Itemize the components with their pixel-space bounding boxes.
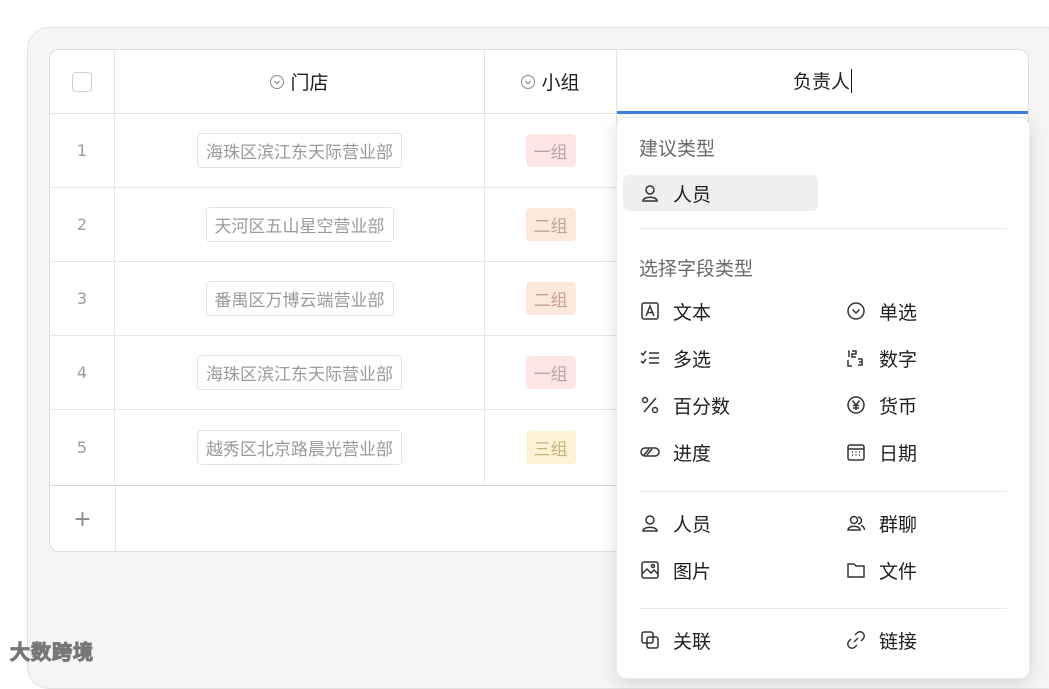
select-all-checkbox[interactable] bbox=[72, 71, 92, 92]
field-types-title: 选择字段类型 bbox=[639, 258, 754, 280]
store-tag[interactable]: 番禺区万博云端营业部 bbox=[205, 281, 394, 316]
option-label: 群聊 bbox=[879, 513, 918, 536]
person-icon bbox=[639, 512, 661, 534]
column-header-group[interactable]: 小组 bbox=[485, 50, 617, 114]
row-index: 3 bbox=[50, 262, 115, 335]
menu-divider bbox=[639, 491, 1007, 492]
option-label: 关联 bbox=[673, 630, 712, 653]
row-index: 1 bbox=[50, 114, 115, 187]
relation-icon bbox=[639, 629, 661, 651]
column-label: 小组 bbox=[541, 72, 580, 94]
field-option-date[interactable]: 日期 bbox=[845, 434, 917, 470]
field-option-text[interactable]: 文本 bbox=[639, 293, 711, 329]
group-tag[interactable]: 一组 bbox=[525, 134, 576, 167]
link-icon bbox=[845, 629, 867, 651]
column-name-input[interactable]: 负责人 bbox=[793, 67, 850, 94]
single-select-icon bbox=[270, 74, 285, 89]
store-tag[interactable]: 海珠区滨江东天际营业部 bbox=[197, 133, 402, 168]
option-label: 单选 bbox=[879, 301, 918, 324]
group-tag[interactable]: 二组 bbox=[525, 282, 576, 315]
option-label: 人员 bbox=[673, 513, 712, 536]
suggested-types-title: 建议类型 bbox=[639, 138, 716, 160]
multi-select-icon bbox=[639, 347, 661, 369]
field-option-currency[interactable]: 货币 bbox=[845, 387, 917, 423]
calendar-icon bbox=[845, 441, 867, 463]
person-icon bbox=[639, 182, 661, 204]
percent-icon bbox=[639, 394, 661, 416]
option-label: 进度 bbox=[673, 442, 712, 465]
group-tag[interactable]: 二组 bbox=[525, 208, 576, 241]
row-index: 4 bbox=[50, 336, 115, 409]
option-label: 文本 bbox=[673, 301, 712, 324]
add-row-button[interactable]: + bbox=[50, 486, 116, 551]
text-icon bbox=[639, 300, 661, 322]
field-option-link[interactable]: 链接 bbox=[845, 622, 917, 658]
option-label: 文件 bbox=[879, 560, 918, 583]
field-type-menu: 建议类型 人员 选择字段类型 文本 单选 多选 数字 百分数 货币 进度 日期 … bbox=[616, 117, 1030, 679]
column-label: 门店 bbox=[290, 72, 329, 94]
field-option-percent[interactable]: 百分数 bbox=[639, 387, 730, 423]
option-label: 人员 bbox=[673, 183, 712, 206]
menu-divider bbox=[639, 608, 1007, 609]
column-header-store[interactable]: 门店 bbox=[115, 50, 485, 114]
option-label: 多选 bbox=[673, 348, 712, 371]
currency-icon bbox=[845, 394, 867, 416]
field-option-person[interactable]: 人员 bbox=[639, 505, 711, 541]
group-tag[interactable]: 一组 bbox=[525, 356, 576, 389]
store-tag[interactable]: 海珠区滨江东天际营业部 bbox=[197, 355, 402, 390]
store-tag[interactable]: 越秀区北京路晨光营业部 bbox=[197, 429, 402, 465]
single-select-icon bbox=[521, 74, 536, 89]
field-option-group-chat[interactable]: 群聊 bbox=[845, 505, 917, 541]
group-tag[interactable]: 三组 bbox=[525, 430, 576, 464]
field-option-number[interactable]: 数字 bbox=[845, 340, 917, 376]
single-select-icon bbox=[845, 300, 867, 322]
column-header-owner-input[interactable]: 负责人 bbox=[617, 50, 1028, 114]
option-label: 数字 bbox=[879, 348, 918, 371]
field-option-single-select[interactable]: 单选 bbox=[845, 293, 917, 329]
option-label: 图片 bbox=[673, 560, 712, 583]
number-icon bbox=[845, 347, 867, 369]
row-index: 5 bbox=[50, 410, 115, 484]
store-tag[interactable]: 天河区五山星空营业部 bbox=[205, 207, 394, 242]
watermark-logo: 大数跨境 bbox=[10, 640, 94, 665]
field-option-progress[interactable]: 进度 bbox=[639, 434, 711, 470]
option-label: 百分数 bbox=[673, 395, 731, 418]
option-label: 日期 bbox=[879, 442, 918, 465]
field-option-file[interactable]: 文件 bbox=[845, 552, 917, 588]
group-chat-icon bbox=[845, 512, 867, 534]
field-option-multi-select[interactable]: 多选 bbox=[639, 340, 711, 376]
field-option-image[interactable]: 图片 bbox=[639, 552, 711, 588]
folder-icon bbox=[845, 559, 867, 581]
option-label: 链接 bbox=[879, 630, 918, 653]
option-label: 货币 bbox=[879, 395, 918, 418]
suggested-person-option[interactable]: 人员 bbox=[623, 175, 818, 211]
row-index: 2 bbox=[50, 188, 115, 261]
text-caret bbox=[851, 68, 852, 93]
field-option-relation[interactable]: 关联 bbox=[639, 622, 711, 658]
menu-divider bbox=[639, 228, 1007, 229]
header-select-all[interactable] bbox=[50, 50, 115, 114]
image-icon bbox=[639, 559, 661, 581]
progress-icon bbox=[639, 441, 661, 463]
